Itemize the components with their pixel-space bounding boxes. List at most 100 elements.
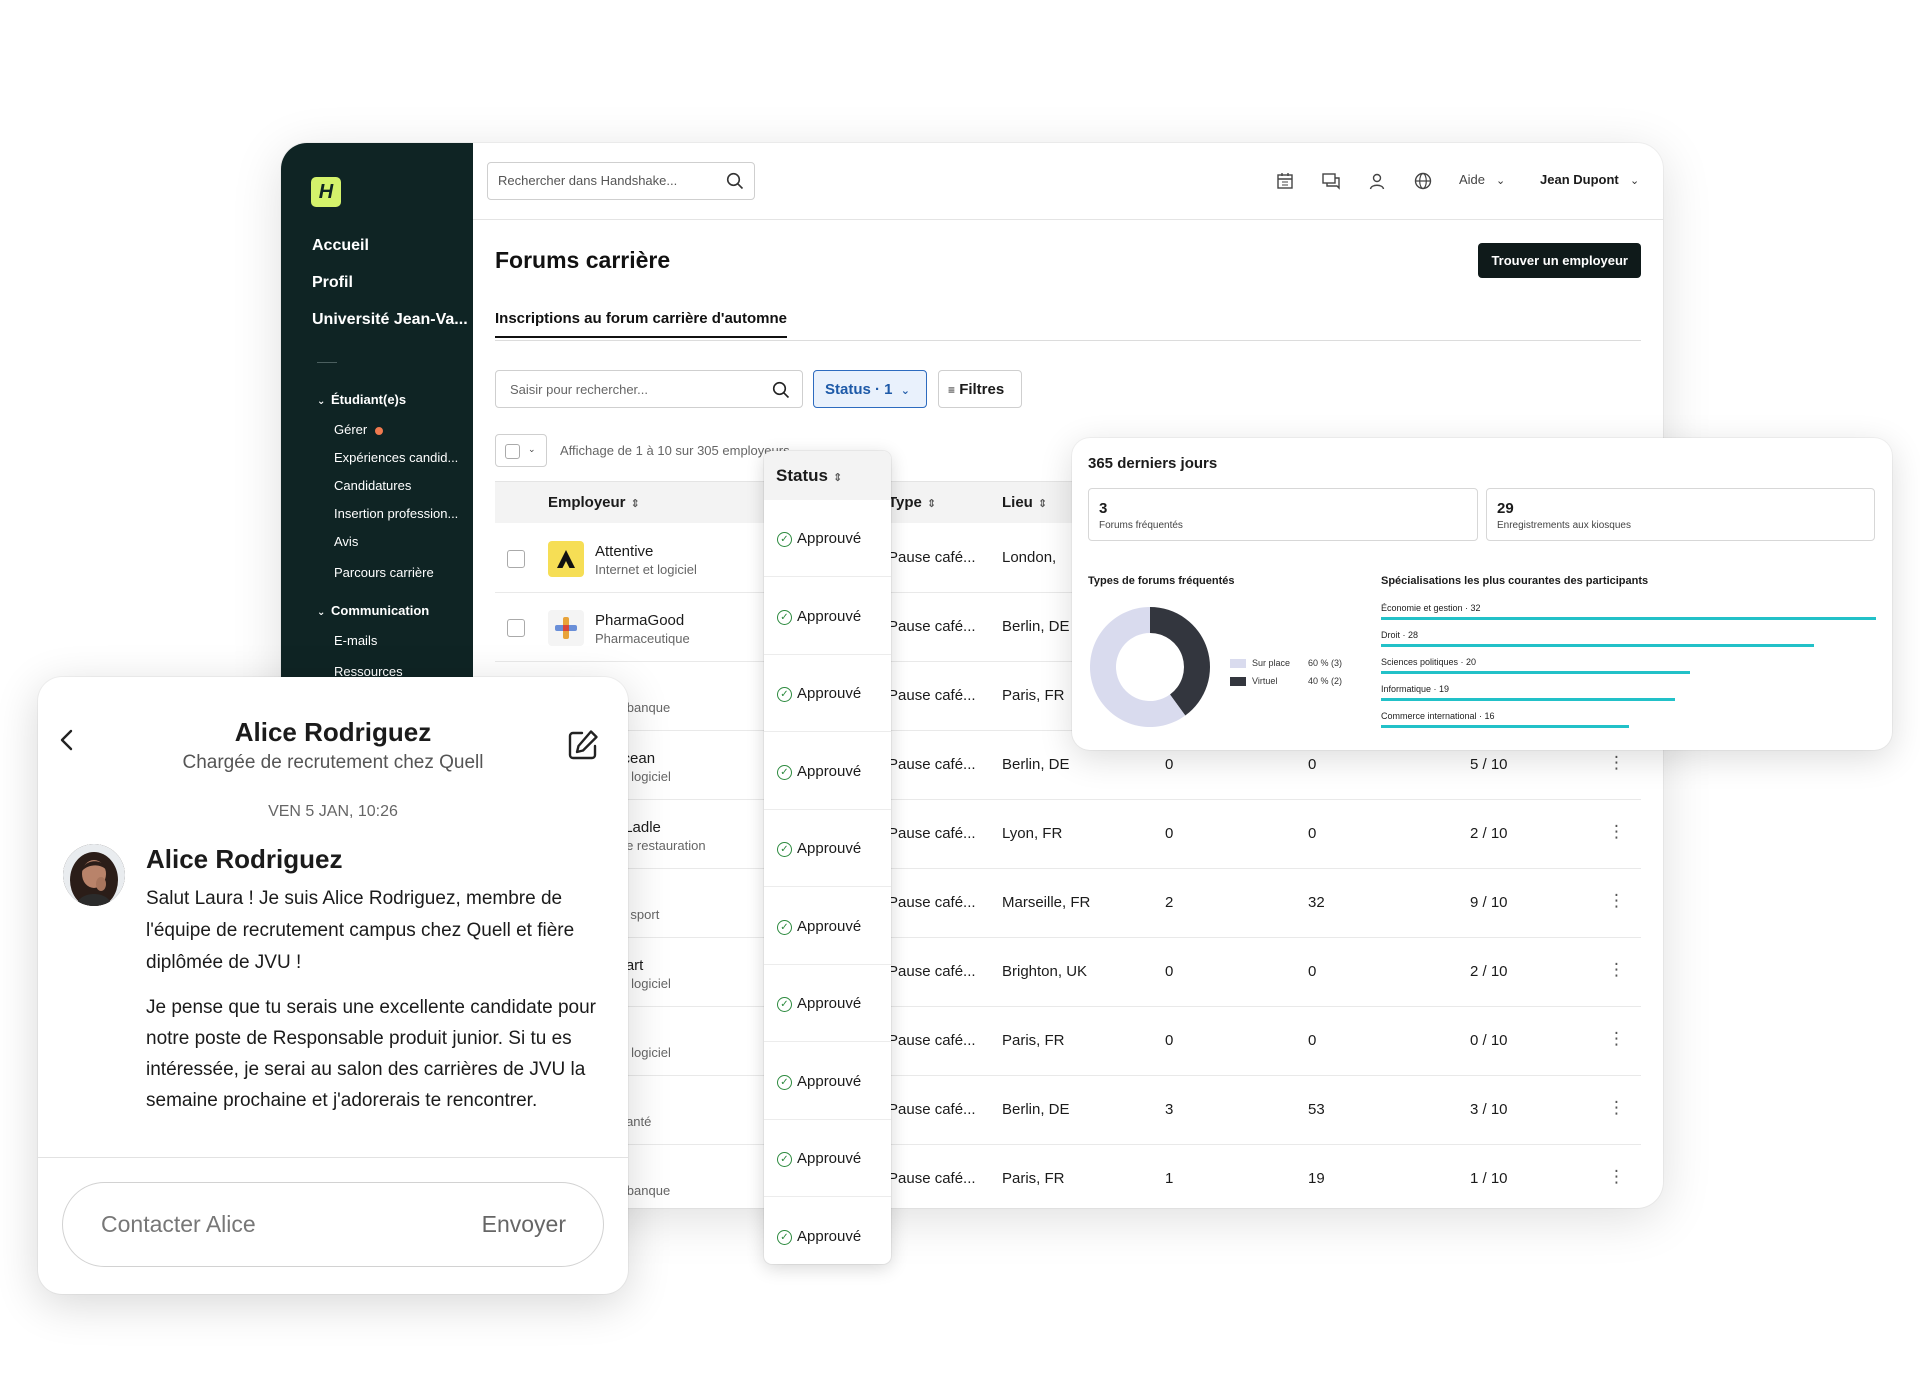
column-label: Status bbox=[776, 466, 828, 485]
sidebar-item-candidatures[interactable]: Candidatures bbox=[334, 478, 470, 493]
message-input[interactable]: Contacter Alice Envoyer bbox=[62, 1182, 604, 1267]
metric-value: 0 bbox=[1308, 756, 1317, 773]
status-cell: ✓ Approuvé bbox=[764, 1043, 891, 1120]
status-badge: Approuvé bbox=[797, 840, 862, 857]
kpi-label: Enregistrements aux kiosques bbox=[1497, 520, 1631, 531]
chevron-down-icon: ⌄ bbox=[900, 385, 910, 397]
more-options-icon[interactable]: ⋮ bbox=[1608, 753, 1625, 773]
location: Berlin, DE bbox=[1002, 1101, 1070, 1118]
bars-title: Spécialisations les plus courantes des p… bbox=[1381, 575, 1649, 587]
sidebar-item-parcours[interactable]: Parcours carrière bbox=[334, 565, 470, 580]
employer-name[interactable]: PharmaGood bbox=[595, 612, 684, 629]
bar-item: Informatique · 19 bbox=[1381, 684, 1876, 706]
chat-panel: Alice Rodriguez Chargée de recrutement c… bbox=[38, 677, 628, 1294]
bar-item: Droit · 28 bbox=[1381, 630, 1876, 652]
find-employer-button[interactable]: Trouver un employeur bbox=[1478, 243, 1641, 278]
message-sender: Alice Rodriguez bbox=[146, 844, 343, 874]
sidebar-item-emails[interactable]: E-mails bbox=[334, 633, 470, 648]
message-paragraph: Je pense que tu serais une excellente ca… bbox=[146, 997, 596, 1111]
chevron-down-icon: ⌄ bbox=[528, 444, 536, 454]
bar-label: Commerce international · 16 bbox=[1381, 711, 1495, 721]
donut-slice-virtuel bbox=[1150, 607, 1210, 716]
row-checkbox[interactable] bbox=[507, 619, 525, 637]
message-paragraph: Salut Laura ! Je suis Alice Rodriguez, m… bbox=[146, 888, 575, 973]
help-menu[interactable]: Aide bbox=[1459, 172, 1485, 187]
sidebar-item-accueil[interactable]: Accueil bbox=[312, 237, 369, 255]
user-menu[interactable]: Jean Dupont bbox=[1540, 172, 1619, 187]
sidebar-item-insertion[interactable]: Insertion profession... bbox=[334, 506, 470, 521]
metric-value: 2 bbox=[1165, 894, 1174, 911]
table-row: tyChartnet et logicielPause café...Brigh… bbox=[495, 938, 1641, 1007]
status-filter-button[interactable]: Status · 1 ⌄ bbox=[813, 370, 927, 408]
chevron-down-icon: ⌄ bbox=[317, 396, 326, 407]
messages-icon[interactable] bbox=[1321, 171, 1341, 191]
compose-icon[interactable] bbox=[566, 728, 600, 762]
status-cell: ✓ Approuvé bbox=[764, 578, 891, 655]
employer-logo bbox=[548, 541, 584, 577]
stats-card: 365 derniers jours 3 Forums fréquentés 2… bbox=[1072, 438, 1892, 750]
message-date: VEN 5 JAN, 10:26 bbox=[268, 803, 398, 820]
more-options-icon[interactable]: ⋮ bbox=[1608, 1167, 1625, 1187]
metric-value: 0 bbox=[1165, 963, 1174, 980]
check-circle-icon: ✓ bbox=[777, 997, 792, 1012]
calendar-icon[interactable] bbox=[1275, 171, 1295, 191]
select-all-dropdown[interactable]: ⌄ bbox=[495, 434, 547, 467]
filter-icon: ≡ bbox=[948, 383, 956, 397]
more-options-icon[interactable]: ⋮ bbox=[1608, 822, 1625, 842]
bar bbox=[1381, 698, 1675, 701]
handshake-logo[interactable]: H bbox=[311, 177, 341, 207]
check-circle-icon: ✓ bbox=[777, 842, 792, 857]
metric-ratio: 1 / 10 bbox=[1470, 1170, 1508, 1187]
person-icon[interactable] bbox=[1367, 171, 1387, 191]
row-checkbox[interactable] bbox=[507, 550, 525, 568]
check-circle-icon: ✓ bbox=[777, 1074, 792, 1090]
more-options-icon[interactable]: ⋮ bbox=[1608, 891, 1625, 911]
stats-title: 365 derniers jours bbox=[1088, 455, 1218, 472]
filters-button[interactable]: ≡ Filtres bbox=[938, 370, 1022, 408]
column-header-status[interactable]: Status ⇕ bbox=[764, 451, 891, 500]
filters-label: Filtres bbox=[959, 381, 1005, 398]
metric-value: 32 bbox=[1308, 894, 1325, 911]
sidebar-section-communication[interactable]: ⌄ Communication bbox=[317, 603, 429, 618]
legend-value: 60 % (3) bbox=[1308, 658, 1343, 668]
sidebar-section-etudiants[interactable]: ⌄ Étudiant(e)s bbox=[317, 392, 406, 407]
status-cell: ✓ Approuvé bbox=[764, 1120, 891, 1197]
metric-value: 0 bbox=[1308, 825, 1317, 842]
sidebar-item-gerer[interactable]: Gérer bbox=[334, 422, 470, 437]
sidebar-item-universite[interactable]: Université Jean-Va... bbox=[312, 311, 468, 329]
search-placeholder: Saisir pour rechercher... bbox=[510, 382, 649, 397]
column-header-employer[interactable]: Employeur ⇕ bbox=[548, 494, 640, 511]
location: Lyon, FR bbox=[1002, 825, 1063, 842]
notification-dot bbox=[375, 426, 384, 435]
table-row: and Ladleces de restaurationPause café..… bbox=[495, 800, 1641, 869]
metric-ratio: 2 / 10 bbox=[1470, 825, 1508, 842]
tab-fall-fair-registrations[interactable]: Inscriptions au forum carrière d'automne bbox=[495, 310, 787, 338]
sidebar-item-profil[interactable]: Profil bbox=[312, 274, 353, 292]
check-circle-icon: ✓ bbox=[777, 532, 792, 547]
more-options-icon[interactable]: ⋮ bbox=[1608, 1029, 1625, 1049]
metric-ratio: 5 / 10 bbox=[1470, 756, 1508, 773]
send-button[interactable]: Envoyer bbox=[482, 1211, 566, 1238]
more-options-icon[interactable]: ⋮ bbox=[1608, 960, 1625, 980]
location: Paris, FR bbox=[1002, 1032, 1065, 1049]
bar bbox=[1381, 644, 1814, 647]
fair-type: Pause café... bbox=[888, 756, 976, 773]
column-header-type[interactable]: Type ⇕ bbox=[888, 494, 936, 511]
list-search-input[interactable]: Saisir pour rechercher... bbox=[495, 370, 803, 408]
global-search-input[interactable]: Rechercher dans Handshake... bbox=[487, 162, 755, 200]
column-header-location[interactable]: Lieu ⇕ bbox=[1002, 494, 1047, 511]
location: Marseille, FR bbox=[1002, 894, 1091, 911]
more-options-icon[interactable]: ⋮ bbox=[1608, 1098, 1625, 1118]
location: London, bbox=[1002, 549, 1057, 566]
chevron-down-icon: ⌄ bbox=[1496, 175, 1506, 187]
sidebar-item-experiences[interactable]: Expériences candid... bbox=[334, 450, 470, 465]
status-cell: ✓ Approuvé bbox=[764, 733, 891, 810]
sidebar-item-avis[interactable]: Avis bbox=[334, 534, 470, 549]
select-all-checkbox[interactable] bbox=[505, 444, 520, 459]
legend-item: Sur place 60 % (3) bbox=[1230, 658, 1342, 669]
check-circle-icon: ✓ bbox=[777, 609, 792, 625]
column-label: Type bbox=[888, 494, 922, 511]
globe-icon[interactable] bbox=[1413, 171, 1433, 191]
location: Paris, FR bbox=[1002, 1170, 1065, 1187]
employer-name[interactable]: Attentive bbox=[595, 543, 653, 560]
